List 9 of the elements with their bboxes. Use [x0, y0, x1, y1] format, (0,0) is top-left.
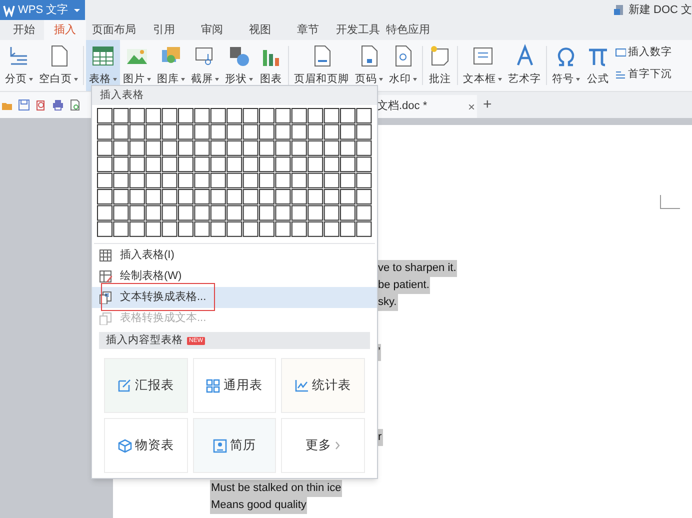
document-tab-label: 文档.doc * [377, 98, 428, 114]
section-title: 插入内容型表格 [106, 332, 183, 348]
document-title: 新建 DOC 文 [628, 2, 692, 18]
document-text: ve to sharpen it. [377, 260, 458, 277]
document-text: be patient. [377, 277, 430, 294]
app-title: WPS 文字 [18, 2, 68, 18]
document-text: Must be stalked on thin ice [210, 480, 342, 497]
document-text: sky. [377, 294, 398, 311]
document-text: Means good quality [210, 497, 308, 514]
